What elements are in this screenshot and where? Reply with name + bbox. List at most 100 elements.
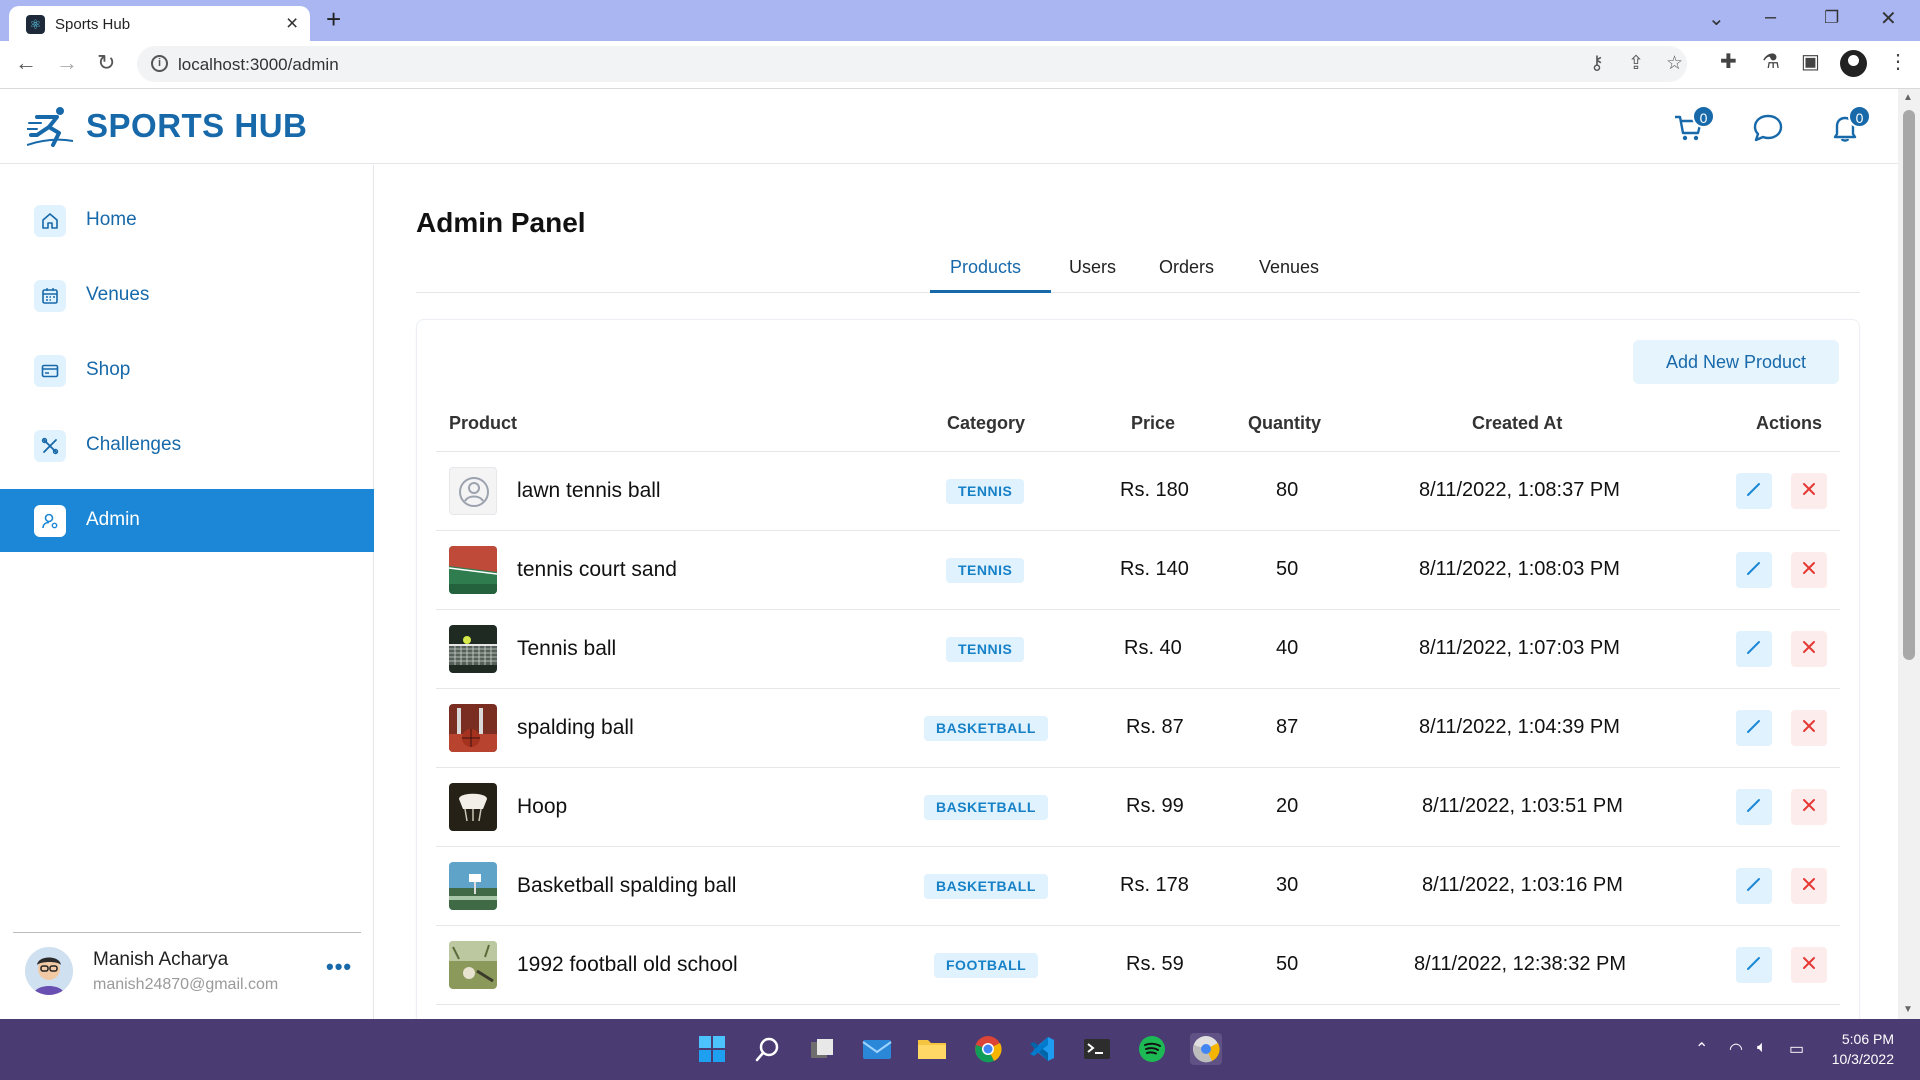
battery-icon[interactable]: ▭	[1789, 1039, 1804, 1059]
close-tab-icon[interactable]: ×	[286, 12, 298, 36]
volume-icon[interactable]: 🔈︎	[1757, 1039, 1767, 1057]
key-icon[interactable]: ⚷	[1590, 52, 1604, 75]
table-row[interactable]: Tennis ball TENNIS Rs. 40 40 8/11/2022, …	[436, 609, 1840, 688]
product-name: 1992 football old school	[517, 953, 738, 976]
delete-button[interactable]	[1791, 789, 1827, 825]
table-row[interactable]: tennis court sand TENNIS Rs. 140 50 8/11…	[436, 530, 1840, 609]
chrome-dev-icon[interactable]	[1190, 1033, 1222, 1065]
minimize-icon[interactable]: –	[1765, 6, 1776, 29]
close-icon	[1801, 481, 1817, 502]
scroll-up-icon[interactable]: ▲	[1903, 92, 1913, 103]
product-price: Rs. 40	[1124, 637, 1182, 659]
bookmark-star-icon[interactable]: ☆	[1666, 52, 1683, 75]
wifi-icon[interactable]: ◠	[1729, 1039, 1743, 1059]
edit-button[interactable]	[1736, 710, 1772, 746]
table-row[interactable]: lawn tennis ball TENNIS Rs. 180 80 8/11/…	[436, 451, 1840, 530]
site-info-icon[interactable]: i	[151, 55, 168, 72]
reload-icon[interactable]: ↻	[97, 50, 115, 76]
card-icon	[34, 355, 66, 387]
task-view-icon[interactable]	[806, 1033, 838, 1065]
sidebar-item-shop[interactable]: Shop	[0, 339, 374, 402]
delete-button[interactable]	[1791, 868, 1827, 904]
app-logo-text[interactable]: SPORTS HUB	[86, 107, 307, 145]
scrollbar-thumb[interactable]	[1903, 110, 1915, 660]
user-name: Manish Acharya	[93, 949, 229, 970]
spotify-icon[interactable]	[1136, 1033, 1168, 1065]
category-badge: TENNIS	[946, 479, 1025, 504]
new-tab-icon[interactable]: +	[326, 4, 341, 35]
windows-start-icon[interactable]	[696, 1033, 728, 1065]
delete-button[interactable]	[1791, 552, 1827, 588]
table-row[interactable]: spalding ball BASKETBALL Rs. 87 87 8/11/…	[436, 688, 1840, 767]
chrome-icon[interactable]	[972, 1033, 1004, 1065]
sidebar-item-label: Challenges	[86, 434, 182, 455]
product-quantity: 30	[1276, 874, 1299, 896]
category-badge: BASKETBALL	[924, 716, 1048, 741]
delete-button[interactable]	[1791, 473, 1827, 509]
admin-user-icon	[34, 505, 66, 537]
sidebar-item-home[interactable]: Home	[0, 189, 374, 252]
home-icon	[34, 205, 66, 237]
tab-venues[interactable]: Venues	[1259, 257, 1319, 278]
table-row[interactable]: Basketball spalding ball BASKETBALL Rs. …	[436, 846, 1840, 925]
delete-button[interactable]	[1791, 631, 1827, 667]
taskbar-time[interactable]: 5:06 PM	[1838, 1031, 1894, 1047]
sidebar-item-venues[interactable]: Venues	[0, 264, 374, 327]
product-price: Rs. 99	[1126, 795, 1184, 817]
forward-icon[interactable]: →	[56, 50, 78, 76]
column-header-price: Price	[1131, 413, 1176, 433]
column-header-created-at: Created At	[1472, 413, 1563, 433]
avatar[interactable]	[25, 947, 73, 995]
close-window-icon[interactable]: ✕	[1880, 6, 1897, 31]
product-created-at: 8/11/2022, 1:08:37 PM	[1419, 479, 1620, 501]
browser-menu-icon[interactable]: ⋮	[1888, 49, 1908, 74]
tab-users[interactable]: Users	[1069, 257, 1116, 278]
table-row[interactable]: Hoop BASKETBALL Rs. 99 20 8/11/2022, 1:0…	[436, 767, 1840, 846]
edit-button[interactable]	[1736, 868, 1772, 904]
edit-button[interactable]	[1736, 631, 1772, 667]
search-icon[interactable]	[752, 1033, 784, 1065]
tray-overflow-icon[interactable]: ⌃	[1695, 1039, 1708, 1059]
product-created-at: 8/11/2022, 1:08:03 PM	[1419, 558, 1620, 580]
runner-logo-icon[interactable]	[27, 105, 75, 147]
share-icon[interactable]: ⇪	[1628, 52, 1644, 75]
profile-avatar-icon[interactable]	[1840, 50, 1867, 77]
table-row[interactable]: 1992 football old school FOOTBALL Rs. 59…	[436, 925, 1840, 1004]
tab-products[interactable]: Products	[950, 257, 1021, 278]
file-explorer-icon[interactable]	[916, 1033, 948, 1065]
product-thumbnail	[449, 546, 497, 594]
product-quantity: 40	[1276, 637, 1299, 659]
restore-icon[interactable]: ❐	[1824, 8, 1839, 28]
tab-search-icon[interactable]: ⌄	[1708, 6, 1725, 31]
extensions-icon[interactable]: ✚	[1720, 49, 1737, 74]
address-bar[interactable]: i localhost:3000/admin ⚷ ⇪ ☆	[137, 46, 1687, 82]
terminal-icon[interactable]	[1081, 1033, 1113, 1065]
more-options-icon[interactable]: •••	[326, 954, 352, 980]
delete-button[interactable]	[1791, 947, 1827, 983]
vscode-icon[interactable]	[1026, 1033, 1058, 1065]
sidebar: Home Venues Shop Challenges Admin Manish…	[0, 165, 374, 1019]
edit-button[interactable]	[1736, 473, 1772, 509]
product-price: Rs. 59	[1126, 953, 1184, 975]
table-row[interactable]	[436, 1004, 1840, 1019]
product-price: Rs. 178	[1120, 874, 1189, 896]
mail-icon[interactable]	[861, 1033, 893, 1065]
delete-button[interactable]	[1791, 710, 1827, 746]
product-created-at: 8/11/2022, 1:03:16 PM	[1422, 874, 1623, 896]
edit-button[interactable]	[1736, 947, 1772, 983]
back-icon[interactable]: ←	[15, 50, 37, 76]
scroll-down-icon[interactable]: ▼	[1903, 1004, 1913, 1015]
chat-icon[interactable]	[1751, 111, 1785, 145]
product-created-at: 8/11/2022, 1:07:03 PM	[1419, 637, 1620, 659]
sidebar-item-admin[interactable]: Admin	[0, 489, 374, 552]
browser-tab[interactable]: ⚛ Sports Hub ×	[9, 6, 310, 41]
taskbar-date[interactable]: 10/3/2022	[1820, 1051, 1894, 1067]
sidebar-item-challenges[interactable]: Challenges	[0, 414, 374, 477]
edit-button[interactable]	[1736, 552, 1772, 588]
lab-flask-icon[interactable]: ⚗	[1762, 49, 1780, 74]
tab-orders[interactable]: Orders	[1159, 257, 1214, 278]
product-name: spalding ball	[517, 716, 634, 739]
add-new-product-button[interactable]: Add New Product	[1633, 340, 1839, 384]
edit-button[interactable]	[1736, 789, 1772, 825]
side-panel-icon[interactable]: ▣	[1801, 49, 1820, 74]
